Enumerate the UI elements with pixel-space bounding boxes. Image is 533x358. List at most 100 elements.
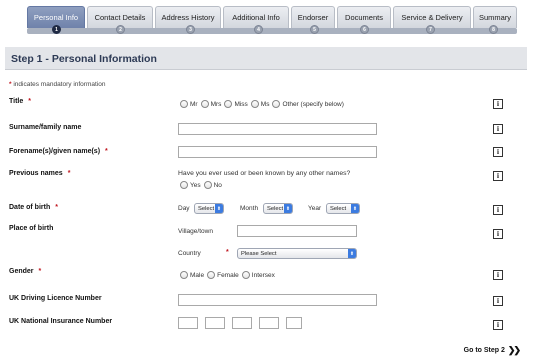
ni-input-5[interactable] (286, 317, 302, 329)
radio-icon (200, 100, 209, 108)
title-option-mr[interactable]: Mr (180, 100, 198, 108)
gender-radio-group: Male Female Intersex (180, 271, 278, 279)
next-step-label: Go to Step 2 (463, 347, 505, 354)
gender-label-text: Gender (9, 268, 34, 275)
title-option-mrs[interactable]: Mrs (200, 100, 221, 108)
day-label: Day (178, 205, 190, 212)
title-option-miss[interactable]: Miss (224, 100, 248, 108)
forenames-input[interactable] (178, 146, 377, 158)
required-asterisk: * (28, 98, 31, 105)
surname-input[interactable] (178, 123, 377, 135)
step-indicator-4: 4 (254, 25, 263, 34)
ni-input-4[interactable] (259, 317, 279, 329)
month-select[interactable]: Select ⬍ (263, 203, 293, 214)
tab-label: Contact Details (94, 13, 146, 22)
dob-label-text: Date of birth (9, 204, 51, 211)
tab-label: Personal Info (33, 13, 79, 22)
title-option-ms[interactable]: Ms (250, 100, 270, 108)
ni-input-2[interactable] (205, 317, 225, 329)
info-icon[interactable]: i (493, 124, 503, 134)
step-indicator-3: 3 (186, 25, 195, 34)
dob-label: Date of birth * (9, 204, 58, 211)
radio-icon (272, 100, 281, 108)
radio-label: Ms (260, 100, 270, 108)
year-label: Year (308, 205, 322, 212)
previous-names-yes[interactable]: Yes (180, 181, 201, 189)
previous-names-question: Have you ever used or been known by any … (178, 170, 351, 177)
country-select[interactable]: Please Select ⬍ (237, 248, 357, 259)
previous-names-label: Previous names * (9, 170, 70, 177)
tab-label: Documents (345, 13, 383, 22)
title-label: Title * (9, 98, 31, 105)
tab-label: Address History (161, 13, 215, 22)
required-asterisk: * (38, 268, 42, 275)
required-asterisk: * (226, 249, 229, 256)
ni-label: UK National Insurance Number (9, 318, 113, 325)
updown-arrow-icon: ⬍ (348, 249, 356, 258)
month-label: Month (240, 205, 259, 212)
year-select-value: Select (330, 205, 347, 212)
updown-arrow-icon: ⬍ (215, 204, 223, 213)
country-select-value: Please Select (241, 250, 277, 257)
progress-rail (27, 28, 517, 34)
ni-input-1[interactable] (178, 317, 198, 329)
info-icon[interactable]: i (493, 205, 503, 215)
step-indicator-1: 1 (52, 25, 61, 34)
info-icon[interactable]: i (493, 296, 503, 306)
required-asterisk: * (55, 204, 58, 211)
year-select[interactable]: Select ⬍ (326, 203, 360, 214)
gender-intersex[interactable]: Intersex (241, 271, 275, 279)
licence-input[interactable] (178, 294, 377, 306)
radio-icon (224, 100, 233, 108)
mandatory-note: * indicates mandatory information (9, 81, 105, 88)
step-indicator-6: 6 (360, 25, 369, 34)
radio-label: No (213, 181, 222, 189)
tab-label: Service & Delivery (401, 13, 463, 22)
info-icon[interactable]: i (493, 99, 503, 109)
previous-names-no[interactable]: No (203, 181, 222, 189)
step-indicator-8: 8 (489, 25, 498, 34)
info-icon[interactable]: i (493, 147, 503, 157)
required-asterisk: * (105, 148, 108, 155)
info-icon[interactable]: i (493, 229, 503, 239)
day-select[interactable]: Select ⬍ (194, 203, 224, 214)
gender-label: Gender * (9, 268, 41, 275)
place-of-birth-label: Place of birth (9, 225, 54, 232)
info-icon[interactable]: i (493, 320, 503, 330)
radio-icon (180, 271, 188, 279)
title-radio-group: Mr Mrs Miss Ms Other (specify below) (180, 100, 347, 108)
radio-label: Intersex (251, 271, 275, 279)
title-option-other[interactable]: Other (specify below) (272, 100, 344, 108)
ni-input-3[interactable] (232, 317, 252, 329)
double-chevron-right-icon: ❯❯ (507, 345, 521, 355)
tab-label: Additional Info (232, 13, 280, 22)
village-input[interactable] (237, 225, 357, 237)
month-select-value: Select (267, 205, 284, 212)
country-label: Country (178, 250, 201, 257)
step-indicator-7: 7 (426, 25, 435, 34)
village-label: Village/town (178, 228, 213, 235)
surname-label: Surname/family name (9, 124, 82, 131)
radio-icon (203, 181, 212, 189)
info-icon[interactable]: i (493, 171, 503, 181)
next-step-link[interactable]: Go to Step 2 ❯❯ (463, 345, 521, 356)
radio-label: Female (217, 271, 239, 279)
tab-label: Summary (478, 13, 512, 22)
page-title: Step 1 - Personal Information (11, 53, 157, 65)
forenames-label-text: Forename(s)/given name(s) (9, 148, 101, 155)
info-icon[interactable]: i (493, 270, 503, 280)
step-indicator-5: 5 (310, 25, 319, 34)
day-select-value: Select (198, 205, 215, 212)
radio-label: Miss (234, 100, 248, 108)
gender-male[interactable]: Male (180, 271, 204, 279)
section-header: Step 1 - Personal Information (5, 47, 527, 70)
licence-label: UK Driving Licence Number (9, 295, 102, 302)
tab-label: Endorser (297, 13, 329, 22)
required-asterisk: * (9, 81, 12, 88)
mandatory-note-text: indicates mandatory information (13, 81, 106, 88)
gender-female[interactable]: Female (207, 271, 239, 279)
radio-icon (180, 100, 188, 108)
radio-label: Yes (190, 181, 201, 189)
step-indicator-2: 2 (116, 25, 125, 34)
updown-arrow-icon: ⬍ (284, 204, 292, 213)
